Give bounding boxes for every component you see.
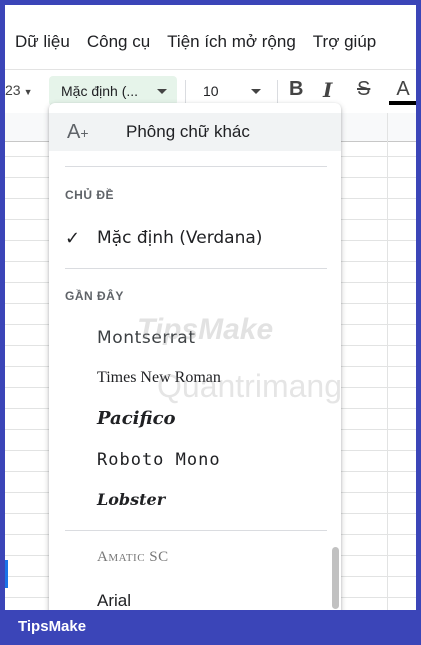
font-item-arial[interactable]: Arial — [97, 591, 131, 610]
number-format-label: 23 — [5, 82, 21, 98]
menu-divider — [65, 268, 327, 269]
menu-data[interactable]: Dữ liệu — [15, 32, 70, 52]
more-fonts-label: Phông chữ khác — [126, 122, 250, 141]
font-family-value: Mặc định (... — [61, 83, 139, 99]
spreadsheet-window: Dữ liệu Công cụ Tiện ích mở rộng Trợ giú… — [5, 5, 416, 610]
menu-bar: Dữ liệu Công cụ Tiện ích mở rộng Trợ giú… — [5, 27, 416, 57]
menu-divider — [65, 166, 327, 167]
font-family-select[interactable]: Mặc định (... — [49, 76, 177, 106]
font-item-lobster[interactable]: Lobster — [97, 490, 165, 509]
caret-down-icon — [251, 88, 261, 94]
caret-down-icon: ▼ — [23, 87, 33, 97]
font-item-amatic-sc[interactable]: Amatic SC — [97, 549, 169, 566]
caret-down-icon — [157, 88, 167, 94]
number-format-button[interactable]: 23 ▼ — [5, 82, 33, 98]
theme-font-item[interactable]: ✓ Mặc định (Verdana) — [49, 219, 341, 257]
checkmark-icon: ✓ — [65, 227, 81, 249]
font-size-select[interactable]: 10 — [195, 76, 269, 106]
theme-heading: CHỦ ĐỀ — [65, 188, 115, 202]
menu-divider — [65, 530, 327, 531]
italic-button[interactable]: I — [323, 78, 332, 102]
font-item-roboto-mono[interactable]: Roboto Mono — [97, 450, 221, 470]
bold-button[interactable]: B — [289, 78, 303, 101]
font-dropdown-menu: A+ Phông chữ khác CHỦ ĐỀ ✓ Mặc định (Ver… — [49, 103, 341, 610]
text-color-button[interactable]: A — [391, 78, 415, 101]
menu-tools[interactable]: Công cụ — [87, 32, 150, 52]
menu-help[interactable]: Trợ giúp — [313, 32, 376, 52]
strikethrough-button[interactable]: S — [357, 78, 370, 101]
add-font-icon: A+ — [67, 121, 89, 143]
text-color-indicator — [389, 101, 416, 105]
brand-footer: TipsMake — [18, 618, 87, 635]
font-item-pacifico[interactable]: Pacifico — [97, 408, 176, 429]
menu-extensions[interactable]: Tiện ích mở rộng — [167, 32, 296, 52]
watermark-logo: TipsMake — [137, 313, 274, 346]
theme-font-label: Mặc định (Verdana) — [97, 228, 263, 248]
more-fonts-item[interactable]: A+ Phông chữ khác — [49, 113, 341, 151]
active-cell-indicator — [5, 560, 8, 588]
font-size-value: 10 — [203, 83, 219, 99]
column-divider — [387, 113, 388, 610]
recent-heading: GẦN ĐÂY — [65, 289, 124, 303]
toolbar-divider — [185, 80, 186, 104]
toolbar-divider — [277, 80, 278, 104]
menu-scrollbar[interactable] — [332, 547, 339, 609]
watermark-text: Quantrimang — [157, 368, 342, 404]
